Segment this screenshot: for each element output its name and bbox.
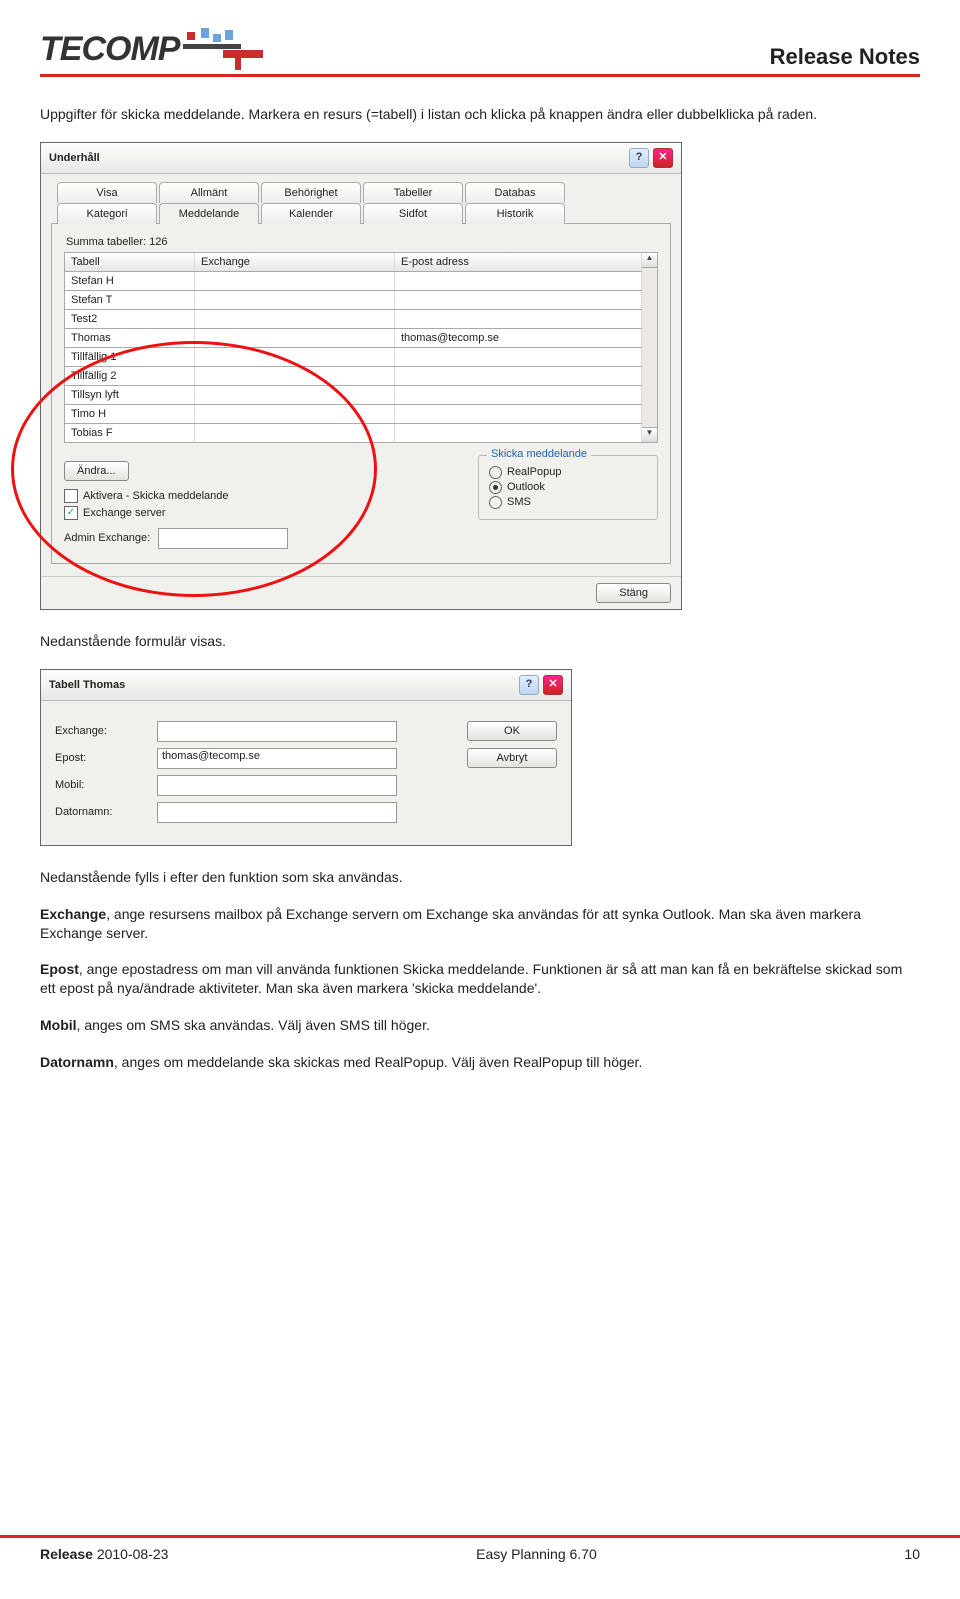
dialog2-title-text: Tabell Thomas xyxy=(49,679,125,691)
p-epost: Epost, ange epostadress om man vill anvä… xyxy=(40,960,920,998)
radio-sms[interactable]: SMS xyxy=(489,496,647,509)
table-row[interactable]: Timo H xyxy=(64,405,643,424)
chk-exchange-label: Exchange server xyxy=(83,507,166,519)
admin-exchange-input[interactable] xyxy=(158,528,288,549)
ok-button[interactable]: OK xyxy=(467,721,557,741)
tab-meddelande[interactable]: Meddelande xyxy=(159,203,259,224)
logo-text: TECOMP xyxy=(40,30,179,69)
help-icon[interactable]: ? xyxy=(629,148,649,168)
dialog2-titlebar: Tabell Thomas ? ✕ xyxy=(41,670,571,701)
label-mobil: Mobil: xyxy=(55,779,145,791)
tab-sidfot[interactable]: Sidfot xyxy=(363,203,463,224)
p-mobil: Mobil, anges om SMS ska användas. Välj ä… xyxy=(40,1016,920,1035)
page-header: TECOMP Release Notes xyxy=(40,28,920,77)
tab-tabeller[interactable]: Tabeller xyxy=(363,182,463,203)
table-row[interactable]: Test2 xyxy=(64,310,643,329)
tab-visa[interactable]: Visa xyxy=(57,182,157,203)
tab-historik[interactable]: Historik xyxy=(465,203,565,224)
page-footer: Release 2010-08-23 Easy Planning 6.70 10 xyxy=(0,1535,960,1562)
table-row[interactable]: Stefan H xyxy=(64,272,643,291)
mid-text: Nedanstående formulär visas. xyxy=(40,632,920,651)
chk-aktivera[interactable]: Aktivera - Skicka meddelande xyxy=(64,489,438,503)
radio-icon xyxy=(489,496,502,509)
p-datornamn: Datornamn, anges om meddelande ska skick… xyxy=(40,1053,920,1072)
table-row[interactable]: Tobias F xyxy=(64,424,643,443)
underhall-dialog: Underhåll ? ✕ Visa Allmänt Behörighet Ta… xyxy=(40,142,682,610)
table-scrollbar[interactable]: ▲ ▼ xyxy=(642,252,658,443)
label-epost: Epost: xyxy=(55,752,145,764)
tabs-row-2: Kategori Meddelande Kalender Sidfot Hist… xyxy=(57,203,671,224)
radio-selected-icon xyxy=(489,481,502,494)
logo: TECOMP xyxy=(40,28,263,70)
intro-text: Uppgifter för skicka meddelande. Markera… xyxy=(40,105,920,124)
input-datornamn[interactable] xyxy=(157,802,397,823)
th-epost[interactable]: E-post adress xyxy=(395,253,642,271)
footer-mid: Easy Planning 6.70 xyxy=(476,1546,597,1562)
input-epost[interactable]: thomas@tecomp.se xyxy=(157,748,397,769)
footer-left: Release 2010-08-23 xyxy=(40,1546,168,1562)
dialog-titlebar: Underhåll ? ✕ xyxy=(41,143,681,174)
footer-right: 10 xyxy=(904,1546,920,1562)
scroll-down-icon[interactable]: ▼ xyxy=(642,427,657,442)
p1: Nedanstående fylls i efter den funktion … xyxy=(40,868,920,887)
tab-panel: Summa tabeller: 126 Tabell Exchange E-po… xyxy=(51,223,671,564)
chk-aktivera-label: Aktivera - Skicka meddelande xyxy=(83,490,229,502)
label-exchange: Exchange: xyxy=(55,725,145,737)
checkbox-icon xyxy=(64,489,78,503)
p-exchange: Exchange, ange resursens mailbox på Exch… xyxy=(40,905,920,943)
tab-allmant[interactable]: Allmänt xyxy=(159,182,259,203)
send-message-group: Skicka meddelande RealPopup Outlook SMS xyxy=(478,455,658,520)
resource-table: Tabell Exchange E-post adress Stefan H S… xyxy=(64,252,658,443)
checkbox-checked-icon: ✓ xyxy=(64,506,78,520)
logo-mark-icon xyxy=(183,28,263,70)
cancel-button[interactable]: Avbryt xyxy=(467,748,557,768)
group-title: Skicka meddelande xyxy=(487,448,591,460)
close-button[interactable]: Stäng xyxy=(596,583,671,603)
tabs-row-1: Visa Allmänt Behörighet Tabeller Databas xyxy=(57,182,671,203)
tab-kalender[interactable]: Kalender xyxy=(261,203,361,224)
edit-button[interactable]: Ändra... xyxy=(64,461,129,481)
summa-label: Summa tabeller: 126 xyxy=(66,236,658,248)
table-row[interactable]: Tillfällig 1 xyxy=(64,348,643,367)
tabell-thomas-dialog: Tabell Thomas ? ✕ Exchange: OK Epost: th… xyxy=(40,669,572,846)
th-exchange[interactable]: Exchange xyxy=(195,253,395,271)
tab-databas[interactable]: Databas xyxy=(465,182,565,203)
help-icon[interactable]: ? xyxy=(519,675,539,695)
label-datornamn: Datornamn: xyxy=(55,806,145,818)
scroll-up-icon[interactable]: ▲ xyxy=(642,253,657,268)
radio-outlook[interactable]: Outlook xyxy=(489,481,647,494)
tab-behorighet[interactable]: Behörighet xyxy=(261,182,361,203)
input-mobil[interactable] xyxy=(157,775,397,796)
table-row[interactable]: Tillfällig 2 xyxy=(64,367,643,386)
tab-kategori[interactable]: Kategori xyxy=(57,203,157,224)
table-row[interactable]: Tillsyn lyft xyxy=(64,386,643,405)
th-tabell[interactable]: Tabell xyxy=(65,253,195,271)
admin-exchange-label: Admin Exchange: xyxy=(64,532,150,544)
table-row[interactable]: Thomasthomas@tecomp.se xyxy=(64,329,643,348)
chk-exchange-server[interactable]: ✓ Exchange server xyxy=(64,506,438,520)
table-row[interactable]: Stefan T xyxy=(64,291,643,310)
dialog-title-text: Underhåll xyxy=(49,152,100,164)
radio-realpopup[interactable]: RealPopup xyxy=(489,466,647,479)
close-icon[interactable]: ✕ xyxy=(653,148,673,168)
input-exchange[interactable] xyxy=(157,721,397,742)
close-icon[interactable]: ✕ xyxy=(543,675,563,695)
radio-icon xyxy=(489,466,502,479)
page-title: Release Notes xyxy=(770,44,920,70)
